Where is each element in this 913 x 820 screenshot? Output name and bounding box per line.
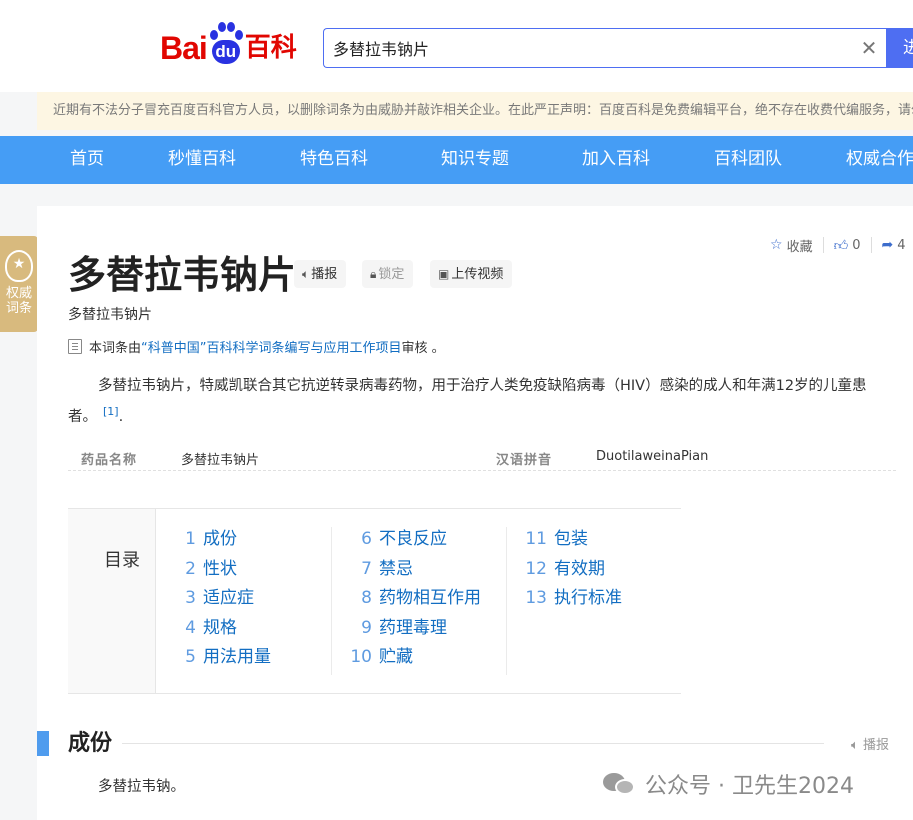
- upload-video-label: 上传视频: [451, 267, 504, 282]
- infobox-value: DuotilaweinaPian: [596, 449, 709, 464]
- play-label: 播报: [311, 267, 338, 282]
- play-button[interactable]: 🔈︎ 播报: [294, 260, 347, 288]
- catalog-item[interactable]: 1 成份: [156, 527, 237, 551]
- section-marker: [37, 731, 49, 756]
- section-play-button[interactable]: 🔈︎ 播报: [851, 734, 889, 753]
- infobox-key: 药品名称: [81, 453, 138, 468]
- clear-icon[interactable]: ✕: [859, 38, 879, 58]
- catalog-column-1: 1 成份 2 性状 3 适应症 4 规格 5 用法用量: [156, 527, 331, 675]
- shield-star-icon: [5, 250, 33, 282]
- notice-banner: 近期有不法分子冒充百度百科官方人员，以删除词条为由威胁并敲诈相关企业。在此严正声…: [37, 92, 913, 130]
- video-icon: ▣: [438, 267, 450, 281]
- thumbs-up-icon[interactable]: 👍︎: [834, 237, 849, 254]
- authority-badge[interactable]: 权威 词条: [0, 236, 38, 332]
- catalog-column-2: 6 不良反应 7 禁忌 8 药物相互作用 9 药理毒理 10 贮藏: [331, 527, 506, 675]
- summary-text: 多替拉韦钠片，特威凯联合其它抗逆转录病毒药物，用于治疗人类免疫缺陷病毒（HIV）…: [68, 378, 867, 425]
- badge-line-1: 权威: [5, 286, 32, 301]
- catalog-item[interactable]: 5 用法用量: [156, 645, 271, 669]
- star-icon[interactable]: ☆: [770, 237, 783, 253]
- catalog-item[interactable]: 3 适应症: [156, 586, 254, 610]
- infobox-value: 多替拉韦钠片: [181, 453, 260, 468]
- catalog-column-3: 11 包装 12 有效期 13 执行标准: [506, 527, 681, 675]
- review-suffix: 审核 。: [401, 341, 445, 356]
- catalog-item[interactable]: 12 有效期: [507, 557, 605, 581]
- catalog-item[interactable]: 7 禁忌: [332, 557, 413, 581]
- logo-du-text: du: [211, 40, 240, 64]
- catalog-side: 目录: [68, 509, 156, 693]
- document-icon: [68, 339, 82, 354]
- review-note: 本词条由 “科普中国”百科科学词条编写与应用工作项目 审核 。: [68, 337, 445, 356]
- lock-icon: 🔒︎: [370, 267, 377, 281]
- catalog-item[interactable]: 9 药理毒理: [332, 616, 447, 640]
- section-divider: [122, 743, 824, 744]
- badge-line-2: 词条: [5, 301, 32, 316]
- speaker-icon: 🔈︎: [851, 738, 859, 753]
- like-count: 0: [852, 237, 861, 253]
- nav-item-home[interactable]: 首页: [70, 136, 104, 184]
- nav-item-cooperation[interactable]: 权威合作: [846, 136, 913, 184]
- page-title: 多替拉韦钠片: [68, 253, 297, 297]
- divider: [870, 237, 872, 253]
- section-body: 多替拉韦钠。: [98, 779, 185, 795]
- lock-button[interactable]: 🔒︎ 锁定: [362, 260, 414, 288]
- nav-item-join[interactable]: 加入百科: [582, 136, 650, 184]
- collect-button[interactable]: 收藏: [787, 236, 813, 255]
- nav-item-tese[interactable]: 特色百科: [300, 136, 368, 184]
- section-play-label: 播报: [862, 738, 889, 753]
- main-nav: 首页 秒懂百科 特色百科 知识专题 加入百科 百科团队 权威合作: [0, 136, 913, 184]
- review-link[interactable]: “科普中国”百科科学词条编写与应用工作项目: [141, 337, 401, 356]
- header: Bai du 百科 ✕ 进: [0, 0, 913, 92]
- catalog-item[interactable]: 4 规格: [156, 616, 237, 640]
- wechat-icon: [603, 771, 637, 797]
- nav-item-team[interactable]: 百科团队: [714, 136, 782, 184]
- subtitle: 多替拉韦钠片: [68, 307, 152, 323]
- logo-baike-text: 百科: [244, 33, 297, 63]
- search-input[interactable]: [324, 29, 844, 67]
- lock-label: 锁定: [378, 267, 405, 282]
- catalog-item[interactable]: 11 包装: [507, 527, 588, 551]
- summary-paragraph: 多替拉韦钠片，特威凯联合其它抗逆转录病毒药物，用于治疗人类免疫缺陷病毒（HIV）…: [68, 378, 867, 425]
- catalog-item[interactable]: 10 贮藏: [332, 645, 413, 669]
- infobox: 药品名称 多替拉韦钠片 汉语拼音 DuotilaweinaPian: [68, 444, 896, 471]
- section-title: 成份: [68, 731, 113, 756]
- catalog: 目录 1 成份 2 性状 3 适应症 4 规格 5 用法用量 6 不良反应 7 禁忌 8 药物相…: [68, 508, 681, 694]
- share-count: 4: [897, 237, 906, 253]
- top-actions: ☆ 收藏 👍︎ 0 ➦ 4: [770, 236, 906, 255]
- infobox-key: 汉语拼音: [496, 453, 553, 468]
- share-icon[interactable]: ➦: [882, 237, 894, 253]
- search-button[interactable]: 进: [886, 28, 913, 68]
- catalog-item[interactable]: 2 性状: [156, 557, 237, 581]
- nav-item-zhuanti[interactable]: 知识专题: [441, 136, 509, 184]
- watermark-text: 公众号 · 卫先生2024: [645, 774, 854, 799]
- nav-item-miaodong[interactable]: 秒懂百科: [168, 136, 236, 184]
- search-box: ✕: [323, 28, 886, 68]
- catalog-item[interactable]: 6 不良反应: [332, 527, 447, 551]
- divider: [822, 237, 824, 253]
- catalog-item[interactable]: 8 药物相互作用: [332, 586, 481, 610]
- watermark: 公众号 · 卫先生2024: [603, 768, 854, 800]
- catalog-title: 目录: [104, 550, 140, 571]
- catalog-item[interactable]: 13 执行标准: [507, 586, 622, 610]
- speaker-icon: 🔈︎: [302, 267, 310, 281]
- baidu-baike-logo[interactable]: Bai du 百科: [160, 18, 297, 68]
- review-prefix: 本词条由: [89, 341, 142, 356]
- logo-bai-text: Bai: [160, 30, 208, 66]
- paw-icon: du: [208, 22, 244, 68]
- reference-link[interactable]: [1]: [103, 405, 119, 418]
- upload-video-button[interactable]: ▣ 上传视频: [430, 260, 513, 288]
